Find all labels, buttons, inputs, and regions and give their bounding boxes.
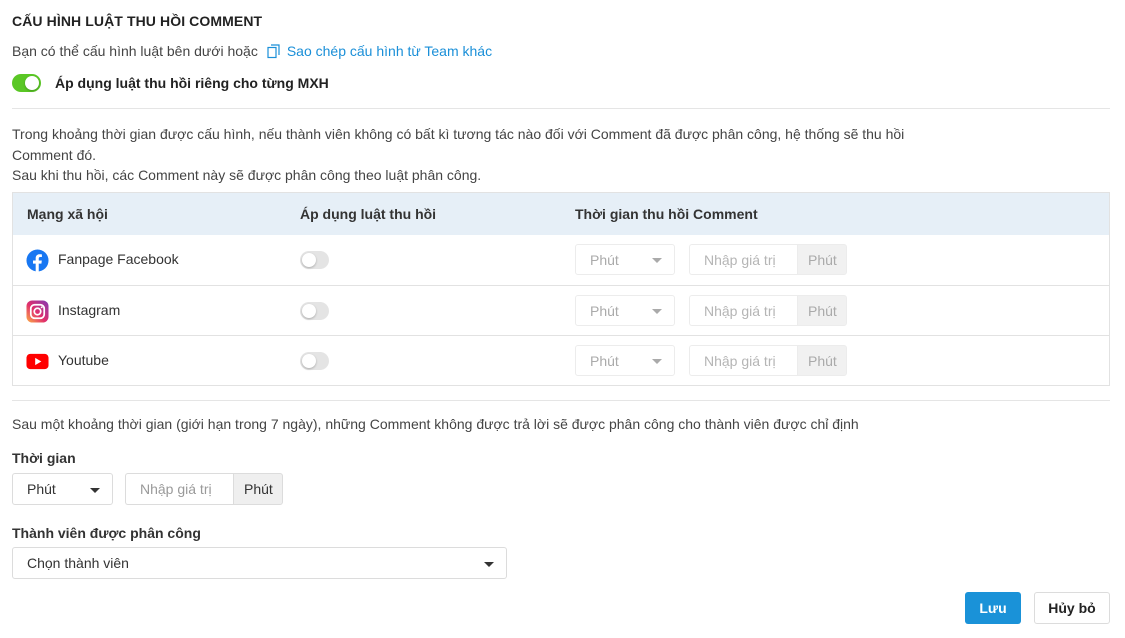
table-row-youtube: Youtube Phút Nhập giá trị Phút [13,335,1109,385]
time-input-group-instagram: Nhập giá trị Phút [689,295,847,326]
unit-select-value: Phút [27,481,56,497]
unit-select-value: Phút [590,353,619,369]
member-label: Thành viên được phân công [12,525,201,541]
apply-toggle-instagram[interactable] [300,302,329,320]
reassign-description: Sau một khoảng thời gian (giới hạn trong… [12,416,859,432]
facebook-icon [26,249,49,272]
network-name: Instagram [58,302,121,318]
apply-per-network-row: Áp dụng luật thu hồi riêng cho từng MXH [12,74,329,92]
toggle-knob [302,253,316,267]
toggle-knob [302,354,316,368]
copy-link-label: Sao chép cấu hình từ Team khác [286,43,493,59]
reassign-time-input-group: Nhập giá trị Phút [125,473,283,505]
column-header-network: Mạng xã hội [27,206,108,222]
intro-text: Bạn có thể cấu hình luật bên dưới hoặc [12,43,258,59]
reassign-time-input[interactable]: Nhập giá trị [125,473,233,505]
unit-addon: Phút [797,244,847,275]
unit-select-facebook[interactable]: Phút [575,244,675,275]
time-input-group-facebook: Nhập giá trị Phút [689,244,847,275]
table-header: Mạng xã hội Áp dụng luật thu hồi Thời gi… [13,193,1109,235]
cancel-button[interactable]: Hủy bỏ [1034,592,1110,624]
chevron-down-icon [652,258,662,263]
unit-select-youtube[interactable]: Phút [575,345,675,376]
copy-config-link[interactable]: Sao chép cấu hình từ Team khác [267,43,492,59]
copy-icon [267,43,280,58]
apply-per-network-label: Áp dụng luật thu hồi riêng cho từng MXH [55,75,329,91]
network-name: Fanpage Facebook [58,251,179,267]
toggle-knob [25,76,39,90]
chevron-down-icon [90,488,100,493]
time-input-instagram[interactable]: Nhập giá trị [689,295,797,326]
member-select-value: Chọn thành viên [27,555,129,571]
time-input-group-youtube: Nhập giá trị Phút [689,345,847,376]
description-line-2: Sau khi thu hồi, các Comment này sẽ được… [12,167,482,183]
unit-addon: Phút [233,473,283,505]
time-label: Thời gian [12,450,76,466]
unit-select-instagram[interactable]: Phút [575,295,675,326]
apply-toggle-facebook[interactable] [300,251,329,269]
column-header-time: Thời gian thu hồi Comment [575,206,758,222]
description: Trong khoảng thời gian được cấu hình, nế… [12,124,952,186]
page-title: CẤU HÌNH LUẬT THU HỒI COMMENT [12,13,263,29]
chevron-down-icon [652,359,662,364]
toggle-knob [302,304,316,318]
member-select[interactable]: Chọn thành viên [12,547,507,579]
description-line-1: Trong khoảng thời gian được cấu hình, nế… [12,126,905,163]
instagram-icon [26,300,49,323]
youtube-icon [26,353,49,370]
divider [12,108,1110,109]
save-button[interactable]: Lưu [965,592,1021,624]
unit-addon: Phút [797,345,847,376]
unit-select-value: Phút [590,303,619,319]
reassign-unit-select[interactable]: Phút [12,473,113,505]
chevron-down-icon [484,562,494,567]
time-input-facebook[interactable]: Nhập giá trị [689,244,797,275]
apply-per-network-toggle[interactable] [12,74,41,92]
network-rules-table: Mạng xã hội Áp dụng luật thu hồi Thời gi… [12,192,1110,386]
unit-select-value: Phút [590,252,619,268]
time-input-youtube[interactable]: Nhập giá trị [689,345,797,376]
intro-line: Bạn có thể cấu hình luật bên dưới hoặc S… [12,43,492,59]
column-header-apply: Áp dụng luật thu hồi [300,206,437,222]
chevron-down-icon [652,309,662,314]
unit-addon: Phút [797,295,847,326]
apply-toggle-youtube[interactable] [300,352,329,370]
table-row-instagram: Instagram Phút Nhập giá trị Phút [13,285,1109,335]
divider [12,400,1110,401]
network-name: Youtube [58,352,109,368]
table-row-facebook: Fanpage Facebook Phút Nhập giá trị Phút [13,235,1109,285]
